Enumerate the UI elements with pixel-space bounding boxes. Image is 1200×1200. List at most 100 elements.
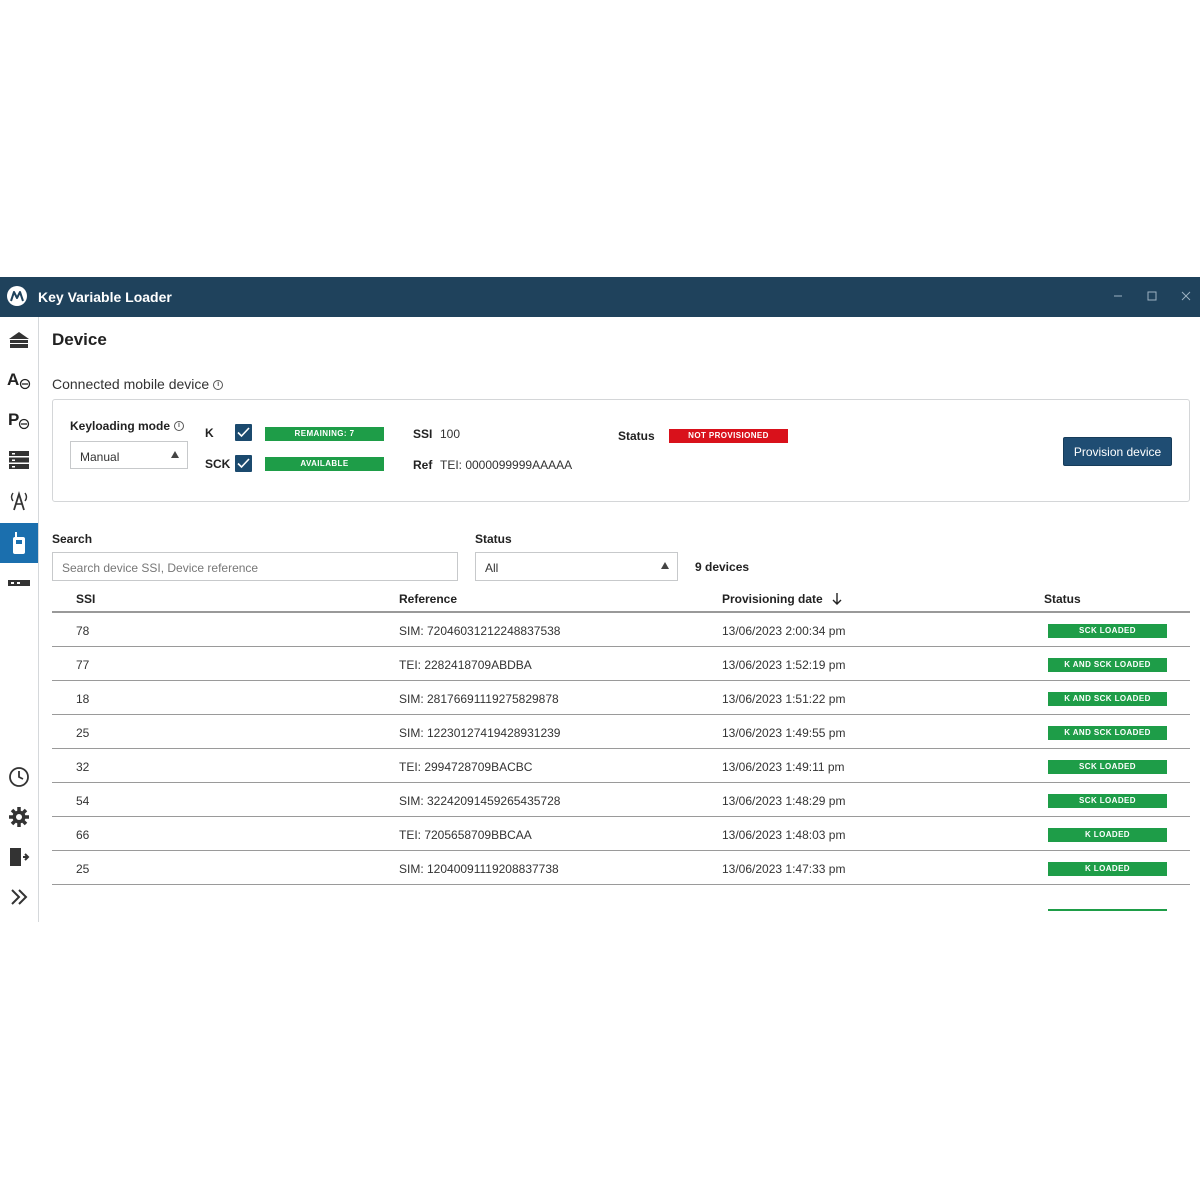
cell-status-badge: K LOADED — [1048, 862, 1167, 876]
cell-ssi: 25 — [76, 726, 90, 740]
info-icon[interactable]: i — [213, 380, 224, 390]
cell-status-badge: SCK LOADED — [1048, 760, 1167, 774]
k-remaining-badge: REMAINING: 7 — [265, 427, 384, 441]
cell-provisioning-date: 13/06/2023 1:49:55 pm — [722, 726, 846, 740]
nav-card-reader[interactable] — [0, 563, 38, 603]
cell-ssi: 66 — [76, 828, 90, 842]
nav-servers[interactable] — [0, 440, 38, 480]
nav-logout[interactable] — [0, 837, 38, 877]
history-clock-icon — [9, 767, 29, 787]
card-reader-icon — [8, 580, 30, 586]
nav-home[interactable] — [0, 320, 38, 360]
cell-status-badge: K AND SCK LOADED — [1048, 726, 1167, 740]
k-label: K — [205, 426, 214, 440]
connected-device-card: Keyloading mode i Manual K REMAINING: 7 S… — [52, 399, 1190, 502]
table-row[interactable]: 54 SIM: 32242091459265435728 13/06/2023 … — [52, 783, 1190, 817]
app-window: Key Variable Loader A P Device Connected… — [0, 277, 1200, 922]
search-placeholder: Search device SSI, Device reference — [62, 561, 259, 575]
cell-reference: SIM: 32242091459265435728 — [399, 794, 561, 808]
nav-history[interactable] — [0, 757, 38, 797]
section-label: Connected mobile device i — [52, 376, 224, 392]
column-header-status[interactable]: Status — [1044, 592, 1081, 606]
select-arrow-icon — [171, 451, 179, 458]
search-label: Search — [52, 532, 93, 546]
cell-provisioning-date: 13/06/2023 2:00:34 pm — [722, 624, 846, 638]
cell-status-badge: K AND SCK LOADED — [1048, 692, 1167, 706]
ssi-value: 100 — [440, 427, 461, 441]
nav-a-keys[interactable]: A — [0, 360, 38, 400]
home-icon — [9, 332, 29, 348]
cell-provisioning-date: 13/06/2023 1:49:11 pm — [722, 760, 845, 774]
table-row[interactable]: 77 TEI: 2282418709ABDBA 13/06/2023 1:52:… — [52, 647, 1190, 681]
cell-provisioning-date: 13/06/2023 1:48:03 pm — [722, 828, 846, 842]
title-bar: Key Variable Loader — [0, 277, 1200, 317]
connected-device-label: Connected mobile device — [52, 376, 210, 392]
k-checkbox[interactable] — [235, 424, 252, 441]
checkmark-icon — [237, 458, 250, 469]
cell-ssi: 54 — [76, 794, 90, 808]
close-button[interactable] — [1177, 287, 1195, 305]
column-header-reference[interactable]: Reference — [399, 592, 457, 606]
cell-reference: SIM: 72046031212248837538 — [399, 624, 561, 638]
motorola-logo-icon — [7, 286, 27, 306]
devices-table: SSI Reference Provisioning date Status 7… — [52, 592, 1190, 885]
table-row[interactable]: 66 TEI: 7205658709BBCAA 13/06/2023 1:48:… — [52, 817, 1190, 851]
provision-device-button[interactable]: Provision device — [1063, 437, 1172, 466]
keyloading-mode-value: Manual — [80, 450, 120, 464]
nav-devices[interactable] — [0, 523, 38, 563]
a-key-icon: A — [7, 370, 31, 390]
partial-status-badge — [1048, 909, 1167, 911]
sck-label: SCK — [205, 457, 231, 471]
table-row[interactable]: 25 SIM: 12040091119208837738 13/06/2023 … — [52, 851, 1190, 885]
cell-reference: SIM: 12230127419428931239 — [399, 726, 561, 740]
maximize-button[interactable] — [1143, 287, 1161, 305]
antenna-icon — [10, 490, 28, 511]
cell-reference: SIM: 12040091119208837738 — [399, 862, 559, 876]
radio-device-icon — [13, 532, 25, 554]
status-filter-label: Status — [475, 532, 512, 546]
cell-provisioning-date: 13/06/2023 1:47:33 pm — [722, 862, 846, 876]
sck-checkbox[interactable] — [235, 455, 252, 472]
minimize-button[interactable] — [1109, 287, 1127, 305]
keyloading-mode-select[interactable]: Manual — [70, 441, 188, 469]
main-content: Device Connected mobile device i Keyloadi… — [40, 317, 1200, 922]
cell-ssi: 18 — [76, 692, 90, 706]
ssi-label: SSI — [413, 427, 433, 441]
keyloading-mode-label: Keyloading mode i — [70, 419, 185, 433]
sidebar: A P — [0, 317, 39, 922]
table-row[interactable]: 25 SIM: 12230127419428931239 13/06/2023 … — [52, 715, 1190, 749]
cell-status-badge: SCK LOADED — [1048, 794, 1167, 808]
info-icon[interactable]: i — [174, 421, 185, 431]
nav-expand[interactable] — [0, 877, 38, 917]
cell-status-badge: K LOADED — [1048, 828, 1167, 842]
cell-reference: TEI: 2282418709ABDBA — [399, 658, 532, 672]
cell-status-badge: SCK LOADED — [1048, 624, 1167, 638]
nav-antenna[interactable] — [0, 480, 38, 520]
svg-text:A: A — [7, 370, 19, 389]
settings-gear-icon — [9, 807, 29, 827]
cell-ssi: 77 — [76, 658, 90, 672]
column-header-provisioning-date[interactable]: Provisioning date — [722, 592, 842, 606]
search-input[interactable]: Search device SSI, Device reference — [52, 552, 458, 581]
table-body: 78 SIM: 72046031212248837538 13/06/2023 … — [52, 613, 1190, 885]
table-row[interactable]: 18 SIM: 28176691119275829878 13/06/2023 … — [52, 681, 1190, 715]
device-count: 9 devices — [695, 560, 750, 574]
sort-descending-icon[interactable] — [832, 593, 842, 605]
cell-provisioning-date: 13/06/2023 1:52:19 pm — [722, 658, 846, 672]
checkmark-icon — [237, 427, 250, 438]
ref-label: Ref — [413, 458, 433, 472]
cell-provisioning-date: 13/06/2023 1:48:29 pm — [722, 794, 846, 808]
cell-reference: TEI: 7205658709BBCAA — [399, 828, 532, 842]
cell-reference: TEI: 2994728709BACBC — [399, 760, 533, 774]
device-status-label: Status — [618, 429, 655, 443]
p-key-icon: P — [8, 410, 30, 430]
nav-settings[interactable] — [0, 797, 38, 837]
nav-p-keys[interactable]: P — [0, 400, 38, 440]
table-row[interactable]: 78 SIM: 72046031212248837538 13/06/2023 … — [52, 613, 1190, 647]
svg-text:P: P — [8, 410, 19, 429]
sck-available-badge: AVAILABLE — [265, 457, 384, 471]
column-header-ssi[interactable]: SSI — [76, 592, 95, 606]
logout-icon — [10, 848, 30, 866]
table-row[interactable]: 32 TEI: 2994728709BACBC 13/06/2023 1:49:… — [52, 749, 1190, 783]
status-filter-select[interactable]: All — [475, 552, 678, 581]
